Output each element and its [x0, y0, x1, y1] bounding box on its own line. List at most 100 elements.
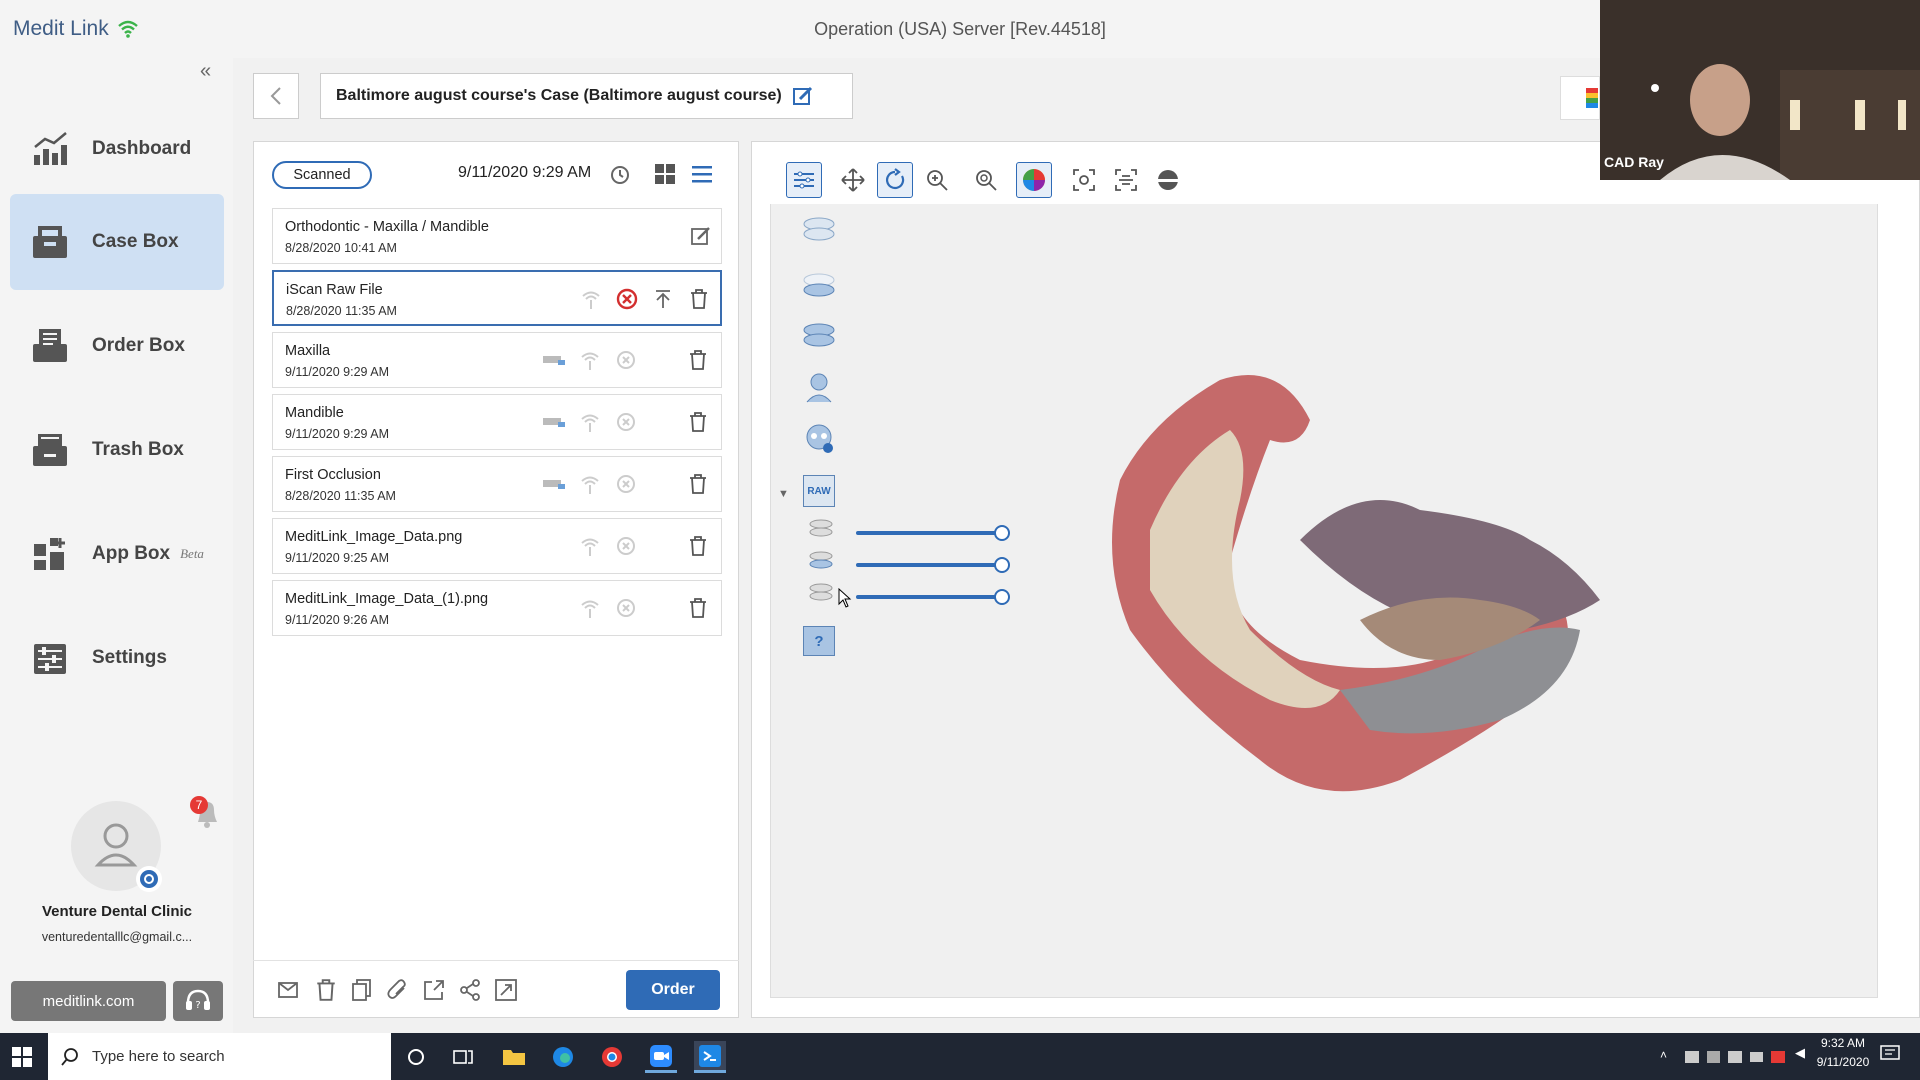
share-icon[interactable] — [458, 978, 482, 1002]
upload-icon[interactable] — [650, 286, 676, 312]
tray-alert-icon[interactable] — [1771, 1051, 1785, 1063]
list-item[interactable]: Orthodontic - Maxilla / Mandible 8/28/20… — [272, 208, 722, 264]
remote-support-button[interactable]: ? — [173, 981, 223, 1021]
windows-start-icon[interactable] — [6, 1041, 38, 1073]
sync-icon[interactable] — [613, 595, 639, 621]
raw-layer-2-icon[interactable] — [807, 546, 835, 574]
raw-layer-1-slider[interactable] — [856, 525, 1010, 541]
list-item[interactable]: MeditLink_Image_Data_(1).png 9/11/2020 9… — [272, 580, 722, 636]
pan-button[interactable] — [835, 162, 871, 198]
delete-icon[interactable] — [685, 409, 711, 435]
notification-center-icon[interactable] — [1880, 1045, 1904, 1067]
tray-network-icon[interactable] — [1706, 1051, 1721, 1063]
sidebar-item-label: Settings — [92, 647, 167, 668]
list-item[interactable]: MeditLink_Image_Data.png 9/11/2020 9:25 … — [272, 518, 722, 574]
list-item[interactable]: Maxilla 9/11/2020 9:29 AM — [272, 332, 722, 388]
layer-face-icon[interactable] — [800, 368, 838, 406]
settings-icon — [34, 644, 66, 674]
delete-icon[interactable] — [686, 286, 712, 312]
edge-browser-icon[interactable] — [547, 1041, 579, 1073]
sync-error-icon[interactable] — [614, 286, 640, 312]
list-item[interactable]: First Occlusion 8/28/2020 11:35 AM — [272, 456, 722, 512]
show-hidden-icons[interactable]: ˄ — [1660, 1048, 1667, 1062]
sidebar-item-label: Order Box — [92, 335, 185, 356]
texture-button[interactable] — [1016, 162, 1052, 198]
delete-icon[interactable] — [685, 347, 711, 373]
layer-raw-button[interactable]: RAW — [800, 472, 838, 510]
section-button[interactable] — [1108, 162, 1144, 198]
taskbar-search-input[interactable]: Type here to search — [48, 1033, 391, 1080]
expand-icon[interactable] — [494, 978, 518, 1002]
sidebar-item-order-box[interactable]: Order Box — [10, 298, 224, 394]
layer-lower-jaw-icon[interactable] — [800, 266, 838, 304]
collapse-arrow-icon[interactable]: ▼ — [778, 488, 789, 500]
tray-volume-icon[interactable]: ◀ — [1795, 1045, 1805, 1061]
zoom-fit-button[interactable] — [968, 162, 1004, 198]
attach-icon[interactable] — [386, 978, 410, 1002]
dental-scan-model[interactable] — [1100, 360, 1680, 820]
chrome-browser-icon[interactable] — [596, 1041, 628, 1073]
tray-wifi-icon[interactable] — [1728, 1051, 1742, 1063]
layer-upper-jaw-icon[interactable] — [800, 210, 838, 248]
taskbar-date[interactable]: 9/11/2020 — [1808, 1055, 1878, 1069]
slider-handle[interactable] — [994, 525, 1010, 541]
delete-case-icon[interactable] — [314, 978, 338, 1002]
sidebar-item-settings[interactable]: Settings — [10, 610, 224, 706]
delete-icon[interactable] — [685, 595, 711, 621]
history-icon[interactable] — [608, 163, 632, 187]
sync-icon[interactable] — [613, 409, 639, 435]
sidebar: « Dashboard Case Box Order Box Trash Box… — [0, 58, 233, 1033]
layer-ct-icon[interactable] — [800, 420, 838, 458]
remote-desktop-icon[interactable] — [694, 1041, 726, 1073]
copy-icon[interactable] — [350, 978, 374, 1002]
raw-layer-2-slider[interactable] — [856, 557, 1010, 573]
list-view-icon[interactable] — [691, 163, 713, 185]
focus-button[interactable] — [1066, 162, 1102, 198]
notification-bell-icon[interactable]: 7 — [190, 796, 224, 835]
mail-icon[interactable] — [277, 978, 301, 1002]
file-explorer-icon[interactable] — [498, 1041, 530, 1073]
tray-app-icon[interactable] — [1685, 1051, 1699, 1063]
help-layer-button[interactable]: ? — [800, 622, 838, 660]
cortana-icon[interactable] — [400, 1041, 432, 1073]
webcam-overlay: CAD Ray — [1600, 0, 1920, 180]
raw-layer-3-slider[interactable] — [856, 589, 1010, 605]
status-badge: Scanned — [272, 161, 372, 189]
raw-layer-1-icon[interactable] — [807, 514, 835, 542]
color-palette-button[interactable] — [1560, 76, 1600, 120]
task-view-icon[interactable] — [447, 1041, 479, 1073]
zoom-app-icon[interactable] — [645, 1041, 677, 1073]
list-item[interactable]: iScan Raw File 8/28/2020 11:35 AM — [272, 270, 722, 326]
rotate-button[interactable] — [877, 162, 913, 198]
taskbar-time[interactable]: 9:32 AM — [1808, 1036, 1878, 1050]
slider-handle[interactable] — [994, 589, 1010, 605]
collapse-sidebar-icon[interactable]: « — [200, 60, 211, 83]
sidebar-item-app-box[interactable]: App Box Beta — [10, 506, 224, 602]
sync-icon[interactable] — [613, 533, 639, 559]
delete-icon[interactable] — [685, 533, 711, 559]
sidebar-item-case-box[interactable]: Case Box — [10, 194, 224, 290]
zoom-in-button[interactable] — [919, 162, 955, 198]
sidebar-item-trash-box[interactable]: Trash Box — [10, 402, 224, 498]
meditlink-website-button[interactable]: meditlink.com — [11, 981, 166, 1021]
tray-battery-icon[interactable] — [1749, 1052, 1764, 1062]
section-icon — [1115, 169, 1137, 191]
raw-layer-3-icon[interactable] — [807, 578, 835, 606]
slider-handle[interactable] — [994, 557, 1010, 573]
edit-title-icon[interactable] — [792, 85, 814, 107]
edit-form-icon[interactable] — [688, 223, 714, 249]
layers-toggle-button[interactable] — [786, 162, 822, 198]
grid-view-icon[interactable] — [654, 163, 676, 185]
profile-settings-icon[interactable] — [136, 866, 162, 892]
sidebar-item-dashboard[interactable]: Dashboard — [10, 101, 224, 197]
export-icon[interactable] — [422, 978, 446, 1002]
back-button[interactable] — [253, 73, 299, 119]
transparency-button[interactable] — [1150, 162, 1186, 198]
sync-icon[interactable] — [613, 347, 639, 373]
list-item[interactable]: Mandible 9/11/2020 9:29 AM — [272, 394, 722, 450]
delete-icon[interactable] — [685, 471, 711, 497]
file-date: 8/28/2020 11:35 AM — [286, 304, 397, 318]
order-button[interactable]: Order — [626, 970, 720, 1010]
sync-icon[interactable] — [613, 471, 639, 497]
layer-occlusion-icon[interactable] — [800, 316, 838, 354]
